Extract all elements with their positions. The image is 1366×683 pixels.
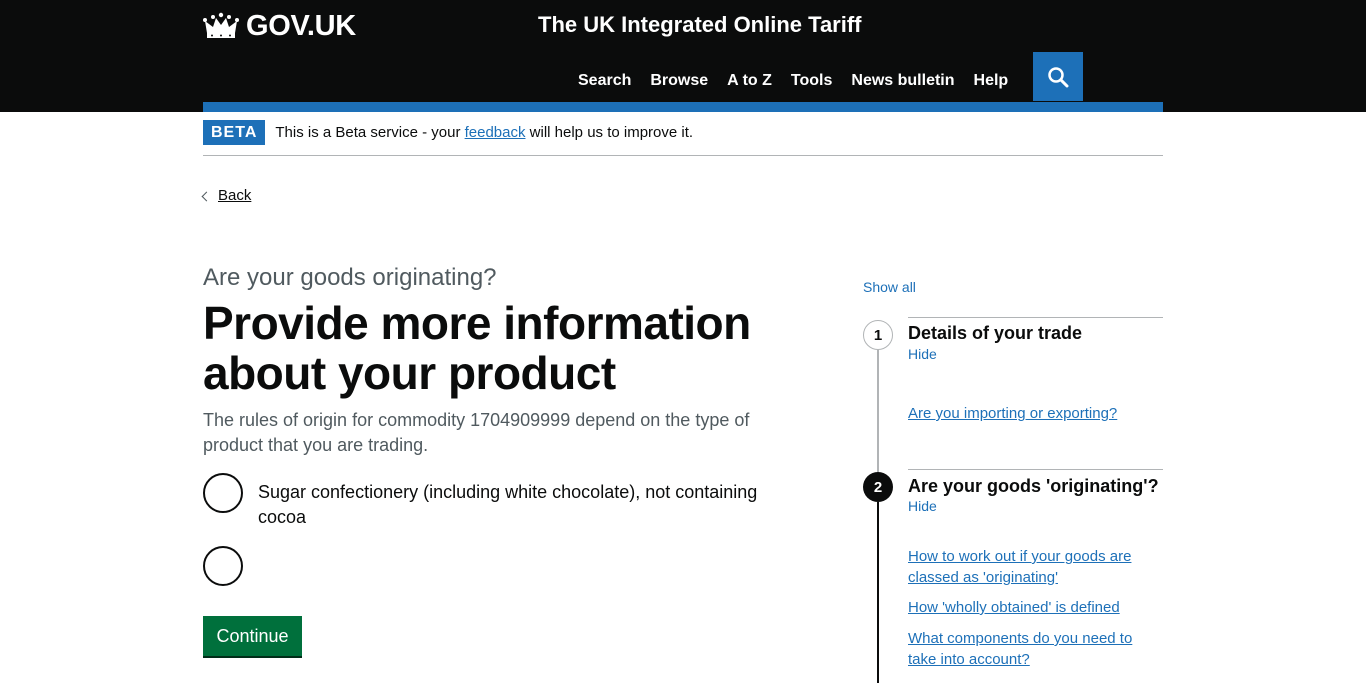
beta-tag: BETA — [203, 120, 266, 145]
feedback-link[interactable]: feedback — [465, 124, 526, 141]
radio-option-1[interactable]: Sugar confectionery (including white cho… — [203, 473, 798, 530]
search-icon — [1048, 66, 1069, 87]
continue-button[interactable]: Continue — [203, 616, 302, 656]
crown-icon — [203, 12, 239, 38]
step-2-link-originating[interactable]: How to work out if your goods are classe… — [908, 546, 1153, 588]
site-header: GOV.UK The UK Integrated Online Tariff S… — [0, 0, 1366, 112]
step-2-line — [877, 502, 879, 683]
show-all-link[interactable]: Show all — [863, 279, 916, 295]
step-1-line — [877, 350, 879, 472]
page-lead: The rules of origin for commodity 170490… — [203, 410, 750, 455]
chevron-left-icon — [201, 191, 212, 201]
nav-tools[interactable]: Tools — [791, 70, 832, 92]
radio-label[interactable]: Sugar confectionery (including white cho… — [258, 473, 798, 530]
back-link[interactable]: Back — [218, 187, 251, 204]
main-navigation: Search Browse A to Z Tools News bulletin… — [578, 70, 1008, 92]
page-title: Provide more information about your prod… — [203, 297, 751, 399]
radio-option-2[interactable] — [203, 546, 798, 586]
step-1-hide-toggle[interactable]: Hide — [908, 346, 937, 362]
back-link-container: Back — [201, 187, 251, 204]
step-1-link-importing-exporting[interactable]: Are you importing or exporting? — [908, 403, 1153, 424]
phase-banner: BETA This is a Beta service - your feedb… — [203, 120, 1163, 156]
nav-search[interactable]: Search — [578, 70, 631, 92]
logo-text: GOV.UK — [246, 9, 356, 42]
step-1-number: 1 — [863, 320, 893, 350]
service-name[interactable]: The UK Integrated Online Tariff — [538, 12, 862, 38]
step-2-link-components[interactable]: What components do you need to take into… — [908, 628, 1153, 670]
header-accent-bar — [203, 102, 1163, 112]
nav-browse[interactable]: Browse — [650, 70, 708, 92]
nav-a-to-z[interactable]: A to Z — [727, 70, 772, 92]
search-button[interactable] — [1033, 52, 1083, 101]
beta-message: This is a Beta service - your feedback w… — [275, 120, 693, 145]
beta-text-before: This is a Beta service - your — [275, 124, 465, 141]
step-2-divider — [908, 469, 1163, 470]
step-2-title[interactable]: Are your goods 'originating'? — [908, 474, 1159, 498]
nav-help[interactable]: Help — [974, 70, 1009, 92]
nav-news-bulletin[interactable]: News bulletin — [851, 70, 954, 92]
radio-button[interactable] — [203, 546, 243, 586]
govuk-logo[interactable]: GOV.UK — [203, 10, 356, 42]
page-caption: Are your goods originating? — [203, 264, 497, 291]
step-1-title[interactable]: Details of your trade — [908, 321, 1082, 345]
step-2-link-wholly-obtained[interactable]: How 'wholly obtained' is defined — [908, 597, 1153, 618]
step-1-divider — [908, 317, 1163, 318]
radio-label[interactable] — [258, 546, 798, 553]
step-2-number: 2 — [863, 472, 893, 502]
step-2-hide-toggle[interactable]: Hide — [908, 498, 937, 514]
radio-button[interactable] — [203, 473, 243, 513]
beta-text-after: will help us to improve it. — [525, 124, 694, 141]
